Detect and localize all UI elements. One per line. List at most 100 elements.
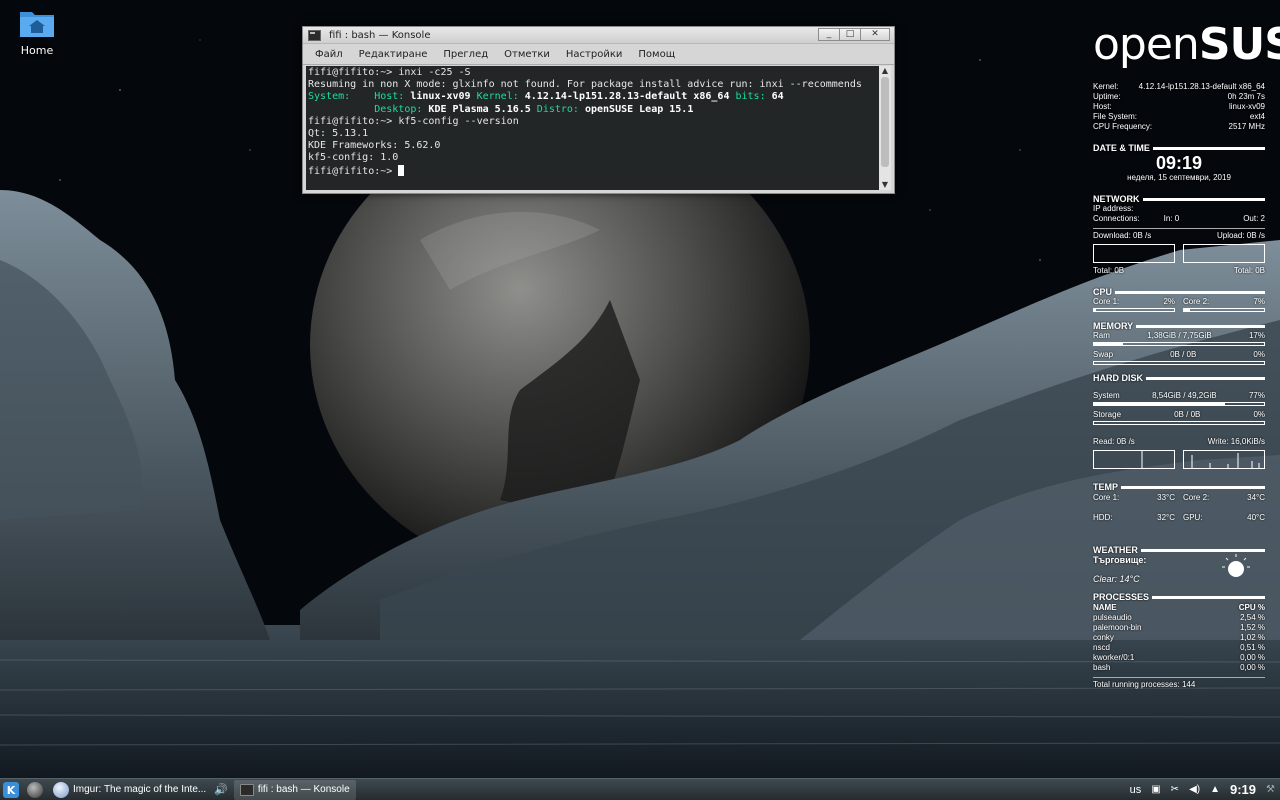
menu-settings[interactable]: Настройки — [558, 49, 630, 60]
keyboard-layout[interactable]: us — [1130, 784, 1142, 796]
section-network-title: NETWORK — [1093, 194, 1265, 204]
minimize-button[interactable]: _ — [818, 28, 840, 41]
cpu-core2-bar — [1183, 308, 1265, 312]
process-row: palemoon-bin 1,52 % — [1093, 623, 1265, 632]
process-row: pulseaudio 2,54 % — [1093, 613, 1265, 622]
terminal-line: kf5-config: 1.0 — [308, 152, 399, 164]
terminal-icon — [239, 783, 254, 796]
disk-read-graph — [1093, 450, 1175, 469]
transfer-row: Download: 0B /s Upload: 0B /s — [1093, 231, 1265, 240]
svg-text:K: K — [7, 784, 16, 797]
disk-write-graph — [1183, 450, 1265, 469]
palemoon-icon — [53, 781, 69, 798]
upload-graph — [1183, 244, 1265, 263]
terminal-line: Resuming in non X mode: glxinfo not foun… — [308, 79, 862, 91]
menubar: Файл Редактиране Преглед Отметки Настрой… — [303, 44, 894, 65]
conky-clock: 09:19 — [1155, 153, 1203, 173]
text-cursor — [398, 164, 405, 176]
process-row: nscd 0,51 % — [1093, 643, 1265, 652]
scrollbar-thumb[interactable] — [881, 77, 889, 167]
window-titlebar[interactable]: fifi : bash — Konsole _ □ ✕ — [303, 27, 894, 44]
globe-icon[interactable] — [27, 781, 43, 798]
connections-row: Connections: In: 0 Out: 2 — [1093, 214, 1265, 223]
info-row: Kernel: 4.12.14-lp151.28.13-default x86_6… — [1093, 82, 1265, 91]
menu-edit[interactable]: Редактиране — [351, 49, 436, 60]
section-processes-title: PROCESSES — [1093, 592, 1265, 602]
section-cpu-title: CPU — [1093, 287, 1265, 297]
ram-row: Ram 1,38GiB / 7,75GiB 17% — [1093, 331, 1265, 340]
scroll-up-icon[interactable]: ▲ — [879, 66, 891, 76]
temp-core2-row: Core 2: 34°C — [1183, 493, 1265, 502]
process-row: conky 1,02 % — [1093, 633, 1265, 642]
task-label: Imgur: The magic of the Inte... — [73, 784, 207, 795]
temp-hdd-row: HDD: 32°C — [1093, 513, 1175, 522]
menu-help[interactable]: Помощ — [630, 49, 683, 60]
terminal-icon — [308, 29, 321, 41]
desktop-icon-label: Home — [20, 44, 54, 57]
sun-icon — [1221, 553, 1251, 586]
info-row: File System: ext4 — [1093, 112, 1265, 121]
process-row: kworker/0:1 0,00 % — [1093, 653, 1265, 662]
application-launcher-icon[interactable]: K — [3, 781, 19, 798]
section-disk-title: HARD DISK — [1093, 373, 1265, 383]
system-disk-bar — [1093, 402, 1265, 406]
desktop-icon-home[interactable]: Home — [8, 4, 66, 57]
process-table-header: NAME CPU % — [1093, 603, 1265, 612]
ip-row: IP address: — [1093, 204, 1134, 213]
totals-row: Total: 0B Total: 0B — [1093, 266, 1265, 275]
konsole-window[interactable]: fifi : bash — Konsole _ □ ✕ Файл Редакти… — [302, 26, 895, 194]
info-row: CPU Frequency: 2517 MHz — [1093, 122, 1265, 131]
terminal-line: fifi@fifito:~> inxi -c25 -S — [308, 67, 471, 78]
tray-expand-icon[interactable]: ▲ — [1210, 784, 1220, 795]
folder-home-icon — [19, 8, 55, 38]
opensuse-logo: openSUSE — [1093, 19, 1280, 70]
tools-icon[interactable]: ✂ — [1171, 784, 1179, 795]
process-row: bash 0,00 % — [1093, 663, 1265, 672]
menu-file[interactable]: Файл — [307, 49, 351, 60]
process-total: Total running processes: 144 — [1093, 680, 1196, 689]
maximize-button[interactable]: □ — [839, 28, 861, 41]
weather-condition: Clear: 14°C — [1093, 574, 1140, 584]
task-browser[interactable]: Imgur: The magic of the Inte... 🔊 — [47, 780, 234, 800]
panel-settings-icon[interactable]: ⚒ — [1266, 784, 1275, 795]
close-button[interactable]: ✕ — [860, 28, 890, 41]
system-info: Kernel: 4.12.14-lp151.28.13-default x86_6… — [1093, 82, 1265, 132]
divider — [1093, 228, 1265, 229]
temp-gpu-row: GPU: 40°C — [1183, 513, 1265, 522]
cpu-core1-row: Core 1: 2% — [1093, 297, 1175, 306]
terminal-line: fifi@fifito:~> kf5-config --version — [308, 115, 519, 127]
system-tray: us ▣ ✂ ◀) ▲ 9:19 ⚒ — [1125, 779, 1280, 800]
menu-view[interactable]: Преглед — [435, 49, 496, 60]
task-konsole[interactable]: fifi : bash — Konsole — [233, 779, 356, 800]
window-title: fifi : bash — Konsole — [329, 29, 431, 41]
taskbar-clock[interactable]: 9:19 — [1230, 782, 1256, 797]
section-temp-title: TEMP — [1093, 482, 1265, 492]
conky-date: неделя, 15 септември, 2019 — [1127, 173, 1231, 182]
terminal-output[interactable]: fifi@fifito:~> inxi -c25 -S Resuming in n… — [306, 66, 879, 190]
ram-bar — [1093, 342, 1265, 346]
download-graph — [1093, 244, 1175, 263]
storage-disk-row: Storage 0B / 0B 0% — [1093, 410, 1265, 419]
section-memory-title: MEMORY — [1093, 321, 1265, 331]
cpu-core1-bar — [1093, 308, 1175, 312]
terminal-line: System: Host: linux-xv09 Kernel: 4.12.14… — [308, 91, 784, 103]
storage-disk-bar — [1093, 421, 1265, 425]
conky-panel: openSUSE Kernel:4.12.14-lp151.28.13-defa… — [1093, 18, 1280, 690]
terminal-line: KDE Frameworks: 5.62.0 — [308, 140, 441, 152]
temp-core1-row: Core 1: 33°C — [1093, 493, 1175, 502]
scroll-down-icon[interactable]: ▼ — [879, 180, 891, 190]
clipboard-icon[interactable]: ▣ — [1151, 784, 1160, 795]
disk-io-row: Read: 0B /s Write: 16,0KiB/s — [1093, 437, 1265, 446]
menu-bookmarks[interactable]: Отметки — [496, 49, 558, 60]
speaker-icon[interactable]: 🔊 — [214, 783, 228, 796]
info-row: Uptime: 0h 23m 7s — [1093, 92, 1265, 101]
volume-icon[interactable]: ◀) — [1189, 784, 1200, 795]
system-disk-row: System 8,54GiB / 49,2GiB 77% — [1093, 391, 1265, 400]
terminal-scrollbar[interactable]: ▲ ▼ — [879, 66, 891, 190]
task-label: fifi : bash — Konsole — [257, 784, 350, 795]
swap-bar — [1093, 361, 1265, 365]
taskbar: K Imgur: The magic of the Inte... 🔊 fifi… — [0, 778, 1280, 800]
section-datetime-title: DATE & TIME — [1093, 143, 1265, 153]
weather-city: Търговище: — [1093, 555, 1147, 565]
cpu-core2-row: Core 2: 7% — [1183, 297, 1265, 306]
